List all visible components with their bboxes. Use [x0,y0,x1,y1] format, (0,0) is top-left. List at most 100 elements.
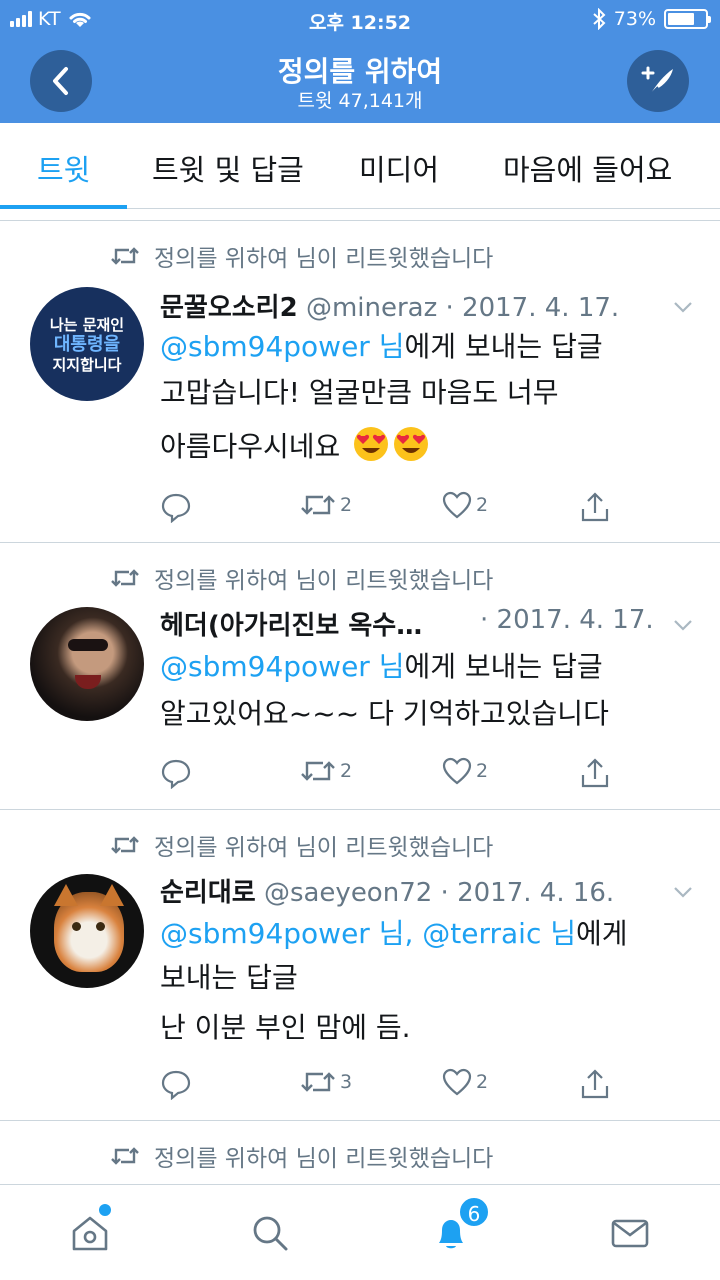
search-icon[interactable] [250,1213,290,1253]
like-count: 2 [476,494,489,516]
reply-button[interactable] [160,1068,192,1100]
heart-icon [442,757,472,785]
retweet-label: 정의를 위하여 님이 리트윗했습니다 [154,246,494,272]
like-button[interactable]: 2 [442,491,488,519]
retweet-icon [111,247,139,265]
retweet-context: 정의를 위하여 님이 리트윗했습니다 [110,828,493,862]
reply-button[interactable] [160,491,192,523]
handle-date: @mineraz · 2017. 4. 17. [305,293,620,323]
share-button[interactable] [580,1068,610,1100]
tab-media[interactable]: 미디어 [359,147,439,189]
reply-mention[interactable]: @sbm94power 님 [160,650,404,683]
share-icon [581,1069,609,1099]
retweet-button[interactable]: 2 [300,491,352,519]
like-button[interactable]: 2 [442,1068,488,1096]
reply-context-text: 에게 보내는 답글 [404,650,603,683]
tweet-card[interactable]: 정의를 위하여 님이 리트윗했습니다 [0,1121,720,1191]
tweet-header: 헤더(아가리진보 옥수… · 2017. 4. 17. [160,605,654,642]
tweet-header: 순리대로 @saeyeon72 · 2017. 4. 16. [160,872,614,909]
avatar-text-line: 지지합니다 [52,356,122,374]
heart-eyes-emoji-icon [394,427,429,461]
heart-eyes-emoji-icon [354,427,389,461]
handle-date: · 2017. 4. 17. [480,605,654,635]
retweet-icon [111,1147,139,1165]
share-icon [581,758,609,788]
retweet-count: 2 [340,494,353,516]
tweet-count: 트윗 47,141개 [297,90,423,112]
compose-tweet-button[interactable] [627,50,689,112]
tweet-card[interactable]: 정의를 위하여 님이 리트윗했습니다 헤더(아가리진보 옥수… · 2017. … [0,543,720,810]
tweet-text: 고맙습니다! 얼굴만큼 마음도 너무 [160,376,559,409]
reply-button[interactable] [160,757,192,789]
retweet-button[interactable]: 3 [300,1068,352,1096]
retweet-icon [301,761,335,781]
reply-context-text: 에게 [576,917,628,950]
tweet-actions: 2 2 [160,491,640,527]
battery-percent: 73% [613,8,656,30]
display-name[interactable]: 순리대로 [160,878,256,908]
heart-icon [442,1068,472,1096]
like-count: 2 [476,1071,489,1093]
active-tab-indicator [0,205,127,209]
page-title: 정의를 위하여 [277,55,443,88]
tab-tweets-and-replies[interactable]: 트윗 및 답글 [152,147,304,189]
retweet-label: 정의를 위하여 님이 리트윗했습니다 [154,835,494,861]
reply-mention[interactable]: @sbm94power 님, @terraic 님 [160,917,576,950]
messages-envelope-icon[interactable] [610,1213,650,1253]
retweet-count: 2 [340,760,353,782]
tweet-card[interactable]: 정의를 위하여 님이 리트윗했습니다 순리대로 @saeyeon72 · 201… [0,810,720,1121]
tweet-actions: 3 2 [160,1068,640,1104]
status-bar: KT 오후 12:52 73% [0,0,720,40]
app-header: KT 오후 12:52 73% 정의를 위하여 트윗 47,141개 [0,0,720,123]
home-unread-dot [99,1204,111,1216]
home-icon[interactable] [70,1213,110,1253]
avatar[interactable] [30,607,144,721]
reply-context: @sbm94power 님에게 보내는 답글 [160,325,603,369]
reply-context: @sbm94power 님, @terraic 님에게 [160,912,628,956]
tweet-text-line-2: 아름다우시네요 [160,425,429,469]
display-name[interactable]: 헤더(아가리진보 옥수… [160,611,422,641]
tweet-header: 문꿀오소리2 @mineraz · 2017. 4. 17. [160,287,619,324]
reply-icon [161,759,191,789]
reply-context-line-2: 보내는 답글 [160,961,298,994]
avatar[interactable]: 나는 문재인 대통령을 지지합니다 [30,287,144,401]
retweet-icon [111,836,139,854]
reply-icon [161,1070,191,1100]
tweet-actions: 2 2 [160,757,640,793]
reply-context: @sbm94power 님에게 보내는 답글 [160,645,603,689]
retweet-context: 정의를 위하여 님이 리트윗했습니다 [110,239,493,273]
retweet-count: 3 [340,1071,353,1093]
avatar[interactable] [30,874,144,988]
chevron-down-icon[interactable] [672,881,694,903]
compose-feather-icon [641,66,673,96]
tweet-text: 난 이분 부인 맘에 듬. [160,1011,411,1044]
battery-icon [664,9,711,29]
chevron-down-icon[interactable] [672,296,694,318]
tab-tweets[interactable]: 트윗 [37,147,90,189]
tweet-card[interactable]: 정의를 위하여 님이 리트윗했습니다 나는 문재인 대통령을 지지합니다 문꿀오… [0,221,720,543]
profile-tabs: 트윗 트윗 및 답글 미디어 마음에 들어요 [0,123,720,209]
retweet-icon [111,569,139,587]
retweet-label: 정의를 위하여 님이 리트윗했습니다 [154,1146,494,1172]
retweet-label: 정의를 위하여 님이 리트윗했습니다 [154,568,494,594]
tweet-text: 알고있어요~~~ 다 기억하고있습니다 [160,697,609,730]
retweet-icon [301,495,335,515]
display-name[interactable]: 문꿀오소리2 [160,293,298,323]
tab-likes[interactable]: 마음에 들어요 [503,147,672,189]
reply-mention[interactable]: @sbm94power 님 [160,330,404,363]
handle-date: @saeyeon72 · 2017. 4. 16. [263,878,615,908]
share-button[interactable] [580,491,610,523]
heart-icon [442,491,472,519]
retweet-button[interactable]: 2 [300,757,352,785]
chevron-down-icon[interactable] [672,614,694,636]
like-button[interactable]: 2 [442,757,488,785]
retweet-icon [301,1072,335,1092]
notification-badge: 6 [458,1196,490,1228]
share-icon [581,492,609,522]
retweet-context: 정의를 위하여 님이 리트윗했습니다 [110,1139,493,1173]
share-button[interactable] [580,757,610,789]
tweet-text: 아름다우시네요 [160,430,341,463]
bottom-tab-bar [0,1184,720,1280]
reply-context-text: 에게 보내는 답글 [404,330,603,363]
like-count: 2 [476,760,489,782]
